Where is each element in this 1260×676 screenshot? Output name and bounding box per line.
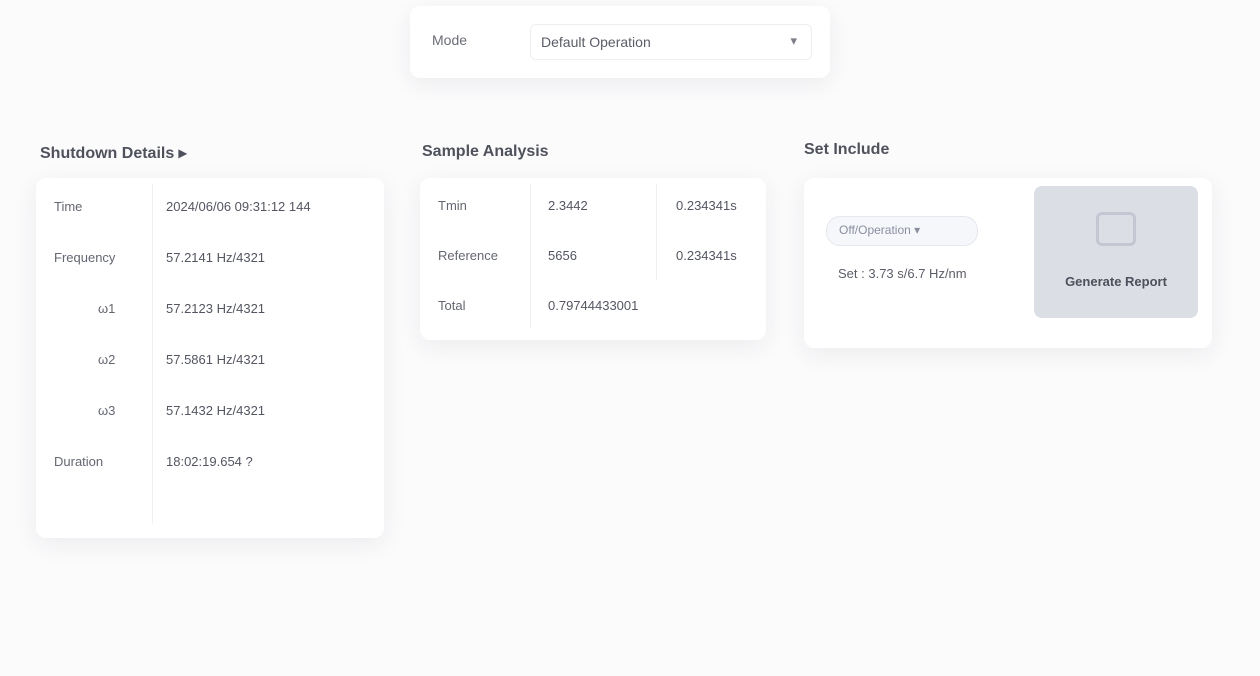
mode-label: Mode xyxy=(432,32,468,48)
row-key: ω3 xyxy=(98,403,116,418)
row-key: ω1 xyxy=(98,301,116,316)
table-cell: 57.5861 Hz/4321 xyxy=(166,351,265,369)
row-key: Frequency xyxy=(54,250,116,265)
set-include-title: Set Include xyxy=(804,141,890,158)
sample-analysis-panel: Tmin 2.3442 0.234341s Reference 5656 0.2… xyxy=(420,178,766,340)
table-row: Frequency xyxy=(54,249,115,267)
row-key: Time xyxy=(54,199,83,214)
mode-select[interactable]: Default Operation ▾ xyxy=(530,24,812,60)
shutdown-details-panel: Time 2024/06/06 09:31:12 144 Frequency 5… xyxy=(36,178,384,538)
chevron-down-icon: ▾ xyxy=(790,33,797,48)
column-divider xyxy=(152,184,153,524)
set-description: Set : 3.73 s/6.7 Hz/nm xyxy=(838,266,967,281)
row-key: Tmin xyxy=(438,198,467,213)
generate-report-label: Generate Report xyxy=(1065,274,1167,289)
row-value: 57.2123 Hz/4321 xyxy=(166,301,266,316)
row-key: Duration xyxy=(54,454,104,469)
operation-mode-dropdown[interactable]: Off/Operation ▾ xyxy=(826,216,978,246)
operation-mode-value: Off/Operation ▾ xyxy=(839,223,921,237)
table-cell: 57.2123 Hz/4321 xyxy=(166,300,265,318)
column-divider xyxy=(656,184,657,280)
row-value: 2.3442 xyxy=(548,198,588,213)
row-value: 18:02:19.654 ? xyxy=(166,454,253,469)
mode-select-value: Default Operation xyxy=(541,34,651,50)
sample-analysis-title: Sample Analysis xyxy=(422,143,549,160)
set-include-panel: Off/Operation ▾ Set : 3.73 s/6.7 Hz/nm G… xyxy=(804,178,1212,348)
row-value: 57.5861 Hz/4321 xyxy=(166,352,266,367)
row-value: 57.1432 Hz/4321 xyxy=(166,403,266,418)
row-value: 0.79744433001 xyxy=(548,298,639,313)
row-value: 57.2141 Hz/4321 xyxy=(166,250,266,265)
table-row: Duration xyxy=(54,453,103,471)
table-cell: 18:02:19.654 ? xyxy=(166,453,253,471)
row-value: 2024/06/06 09:31:12 144 xyxy=(166,199,311,214)
row-key: Reference xyxy=(438,248,498,263)
table-cell: 57.2141 Hz/4321 xyxy=(166,249,265,267)
row-value: 5656 xyxy=(548,248,577,263)
table-row: ω2 xyxy=(98,351,115,369)
table-cell: 57.1432 Hz/4321 xyxy=(166,402,265,420)
table-row: ω3 xyxy=(98,402,115,420)
generate-report-button[interactable]: Generate Report xyxy=(1034,186,1198,318)
table-row: Time xyxy=(54,198,82,216)
table-row: ω1 xyxy=(98,300,115,318)
mode-bar: Mode Default Operation ▾ xyxy=(410,6,830,78)
row-key: Total xyxy=(438,298,466,313)
row-value: 0.234341s xyxy=(676,248,737,263)
row-value: 0.234341s xyxy=(676,198,737,213)
column-divider xyxy=(530,184,531,328)
row-key: ω2 xyxy=(98,352,116,367)
report-icon xyxy=(1096,212,1136,246)
table-cell: 2024/06/06 09:31:12 144 xyxy=(166,198,311,216)
shutdown-details-title: Shutdown Details ▸ xyxy=(40,145,187,162)
